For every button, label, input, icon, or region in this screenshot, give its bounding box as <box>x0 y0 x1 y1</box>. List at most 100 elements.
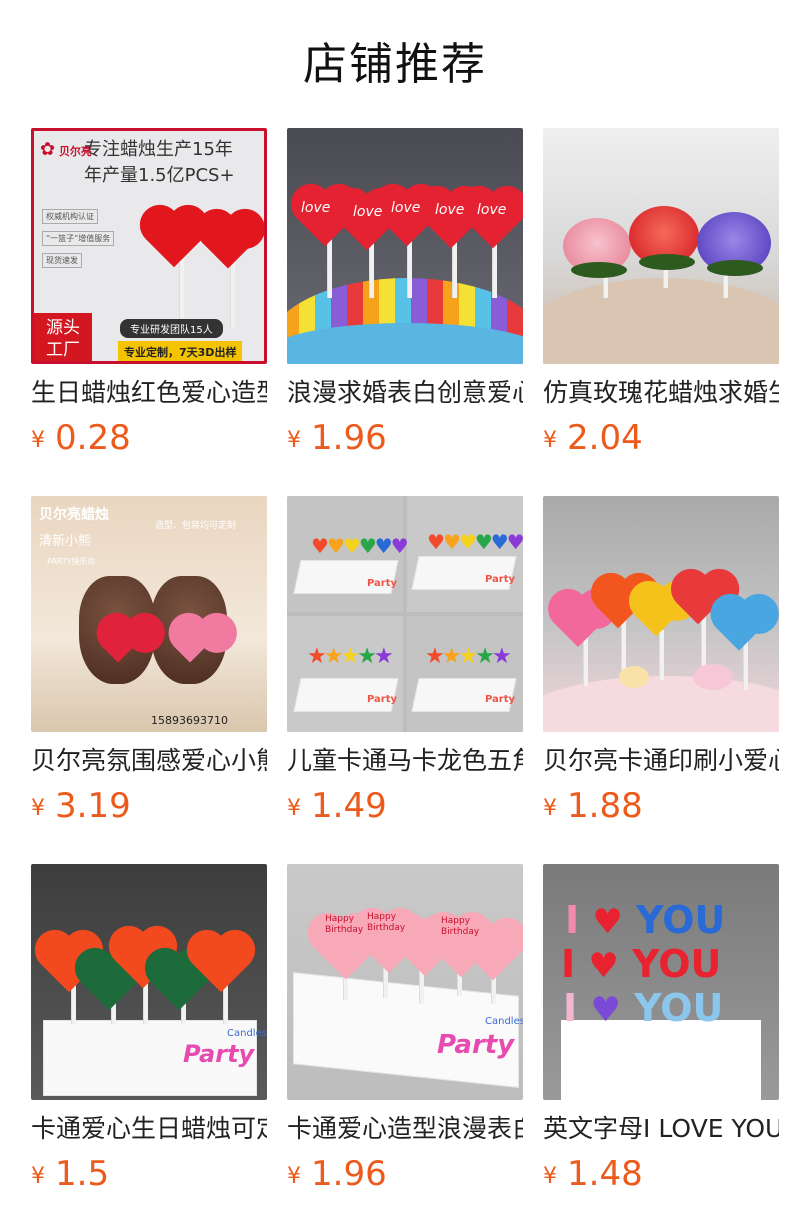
currency-symbol: ¥ <box>287 1164 301 1189</box>
image-tag: PARTY快乐你 <box>47 557 96 566</box>
product-image[interactable] <box>543 128 779 364</box>
product-card[interactable]: love love love love love 浪漫求婚表白创意爱心蜡烛 ¥1… <box>287 128 523 458</box>
box-text: Party <box>367 578 398 589</box>
price-value: 1.96 <box>311 418 387 458</box>
letter-candle: YOU <box>634 986 724 1030</box>
image-note: 造型、包装均可定制 <box>155 521 237 531</box>
star-row: ★★★★★ <box>307 644 394 669</box>
heart-candle <box>716 605 762 651</box>
price-value: 1.48 <box>567 1154 643 1194</box>
price-value: 3.19 <box>55 786 131 826</box>
currency-symbol: ¥ <box>287 428 301 453</box>
image-subtitle: 清新小熊 <box>39 534 92 549</box>
product-price: ¥1.88 <box>543 786 643 826</box>
product-card[interactable]: Party Candles 卡通爱心生日蜡烛可定制 ¥1.5 <box>31 864 267 1194</box>
product-name[interactable]: 贝尔亮氛围感爱心小熊蜡烛 <box>31 744 267 778</box>
heart-candle <box>202 217 254 269</box>
heart-text: love <box>435 202 465 218</box>
product-name[interactable]: 贝尔亮卡通印刷小爱心蜡烛 <box>543 744 779 778</box>
price-value: 0.28 <box>55 418 131 458</box>
product-name[interactable]: 儿童卡通马卡龙色五角星蜡烛 <box>287 744 523 778</box>
product-image[interactable]: ✿ 贝尔亮 专注蜡烛生产15年 年产量1.5亿PCS+ 权威机构认证 “一篮子”… <box>31 128 267 364</box>
star-row: ★★★★★ <box>425 644 512 669</box>
product-image[interactable]: love love love love love <box>287 128 523 364</box>
product-card[interactable]: I ♥ YOU I ♥ YOU I ♥ YOU 英文字母I LOVE YOU蜡烛… <box>543 864 779 1194</box>
product-price: ¥1.49 <box>287 786 387 826</box>
letter-candles-row: I ♥ YOU <box>565 898 726 942</box>
product-price: ¥1.5 <box>31 1154 109 1194</box>
heart-candle <box>145 210 203 268</box>
factory-corner-badge: 源头 工厂 <box>34 313 92 361</box>
product-card[interactable]: ✿ 贝尔亮 专注蜡烛生产15年 年产量1.5亿PCS+ 权威机构认证 “一篮子”… <box>31 128 267 458</box>
heart-text: love <box>391 200 421 216</box>
product-price: ¥1.96 <box>287 418 387 458</box>
product-name[interactable]: 卡通爱心造型浪漫表白蜡烛 <box>287 1112 523 1146</box>
image-brand: 贝尔亮蜡烛 <box>39 507 109 523</box>
product-name[interactable]: 英文字母I LOVE YOU蜡烛 <box>543 1112 779 1146</box>
corner-text: 源头 <box>46 318 80 338</box>
box-text: Party <box>485 694 516 705</box>
price-value: 2.04 <box>567 418 643 458</box>
heart-text: Happy Birthday <box>441 916 480 937</box>
box-text: Party <box>183 1040 255 1068</box>
product-name[interactable]: 浪漫求婚表白创意爱心蜡烛 <box>287 376 523 410</box>
product-card[interactable]: Party Candles Happy Birthday Happy Birth… <box>287 864 523 1194</box>
price-value: 1.5 <box>55 1154 110 1194</box>
badge-text: 现货速发 <box>42 253 82 268</box>
product-name[interactable]: 卡通爱心生日蜡烛可定制 <box>31 1112 267 1146</box>
price-value: 1.49 <box>311 786 387 826</box>
box-text: Party <box>367 694 398 705</box>
box-subtext: Candles <box>485 1016 523 1027</box>
product-price: ¥3.19 <box>31 786 131 826</box>
product-name[interactable]: 生日蜡烛红色爱心造型 <box>31 376 267 410</box>
product-price: ¥1.96 <box>287 1154 387 1194</box>
product-card[interactable]: 贝尔亮蜡烛 清新小熊 PARTY快乐你 造型、包装均可定制 1589369371… <box>31 496 267 826</box>
heart-text: love <box>477 202 507 218</box>
heart-text: love <box>353 204 383 220</box>
currency-symbol: ¥ <box>31 1164 45 1189</box>
product-image[interactable]: 贝尔亮蜡烛 清新小熊 PARTY快乐你 造型、包装均可定制 1589369371… <box>31 496 267 732</box>
price-value: 1.88 <box>567 786 643 826</box>
box-text: Party <box>485 574 516 585</box>
product-image[interactable]: I ♥ YOU I ♥ YOU I ♥ YOU <box>543 864 779 1100</box>
product-price: ¥2.04 <box>543 418 643 458</box>
corner-text: 工厂 <box>46 340 80 360</box>
product-image[interactable] <box>543 496 779 732</box>
letter-candle: YOU <box>636 898 726 942</box>
letter-candle: I <box>563 986 578 1030</box>
currency-symbol: ¥ <box>543 1164 557 1189</box>
currency-symbol: ¥ <box>287 796 301 821</box>
image-subheadline: 年产量1.5亿PCS+ <box>84 165 235 186</box>
currency-symbol: ¥ <box>543 428 557 453</box>
image-caption: 专业研发团队15人 <box>120 319 223 338</box>
box-text: Party <box>437 1030 515 1060</box>
product-image[interactable]: Party Candles <box>31 864 267 1100</box>
product-card[interactable]: Party Party Party Party ♥♥♥♥♥♥ ♥♥♥♥♥♥ ★★… <box>287 496 523 826</box>
product-price: ¥0.28 <box>31 418 131 458</box>
heart-candle <box>464 191 522 249</box>
heart-text: love <box>301 200 331 216</box>
heart-row: ♥♥♥♥♥♥ <box>427 530 523 554</box>
image-headline: 专注蜡烛生产15年 <box>84 139 233 160</box>
image-phone: 15893693710 <box>151 714 228 727</box>
badge-text: 权威机构认证 <box>42 209 98 224</box>
product-image[interactable]: Party Candles Happy Birthday Happy Birth… <box>287 864 523 1100</box>
heart-text: Happy Birthday <box>367 912 406 933</box>
product-card[interactable]: 仿真玫瑰花蜡烛求婚生日 ¥2.04 <box>543 128 779 458</box>
letter-candle: YOU <box>632 942 722 986</box>
currency-symbol: ¥ <box>31 428 45 453</box>
heart-row: ♥♥♥♥♥♥ <box>311 534 409 558</box>
product-card[interactable]: 贝尔亮卡通印刷小爱心蜡烛 ¥1.88 <box>543 496 779 826</box>
page-title: 店铺推荐 <box>303 39 487 90</box>
currency-symbol: ¥ <box>543 796 557 821</box>
badge-text: “一篮子”增值服务 <box>42 231 115 246</box>
product-image[interactable]: Party Party Party Party ♥♥♥♥♥♥ ♥♥♥♥♥♥ ★★… <box>287 496 523 732</box>
image-caption: 专业定制，7天3D出样 <box>118 341 243 361</box>
heart-candle <box>634 593 678 637</box>
price-value: 1.96 <box>311 1154 387 1194</box>
letter-candles-row: I ♥ YOU <box>561 942 722 986</box>
product-name[interactable]: 仿真玫瑰花蜡烛求婚生日 <box>543 376 779 410</box>
letter-candle: I <box>561 942 576 986</box>
box-subtext: Candles <box>227 1028 267 1039</box>
heart-candle <box>553 598 603 648</box>
